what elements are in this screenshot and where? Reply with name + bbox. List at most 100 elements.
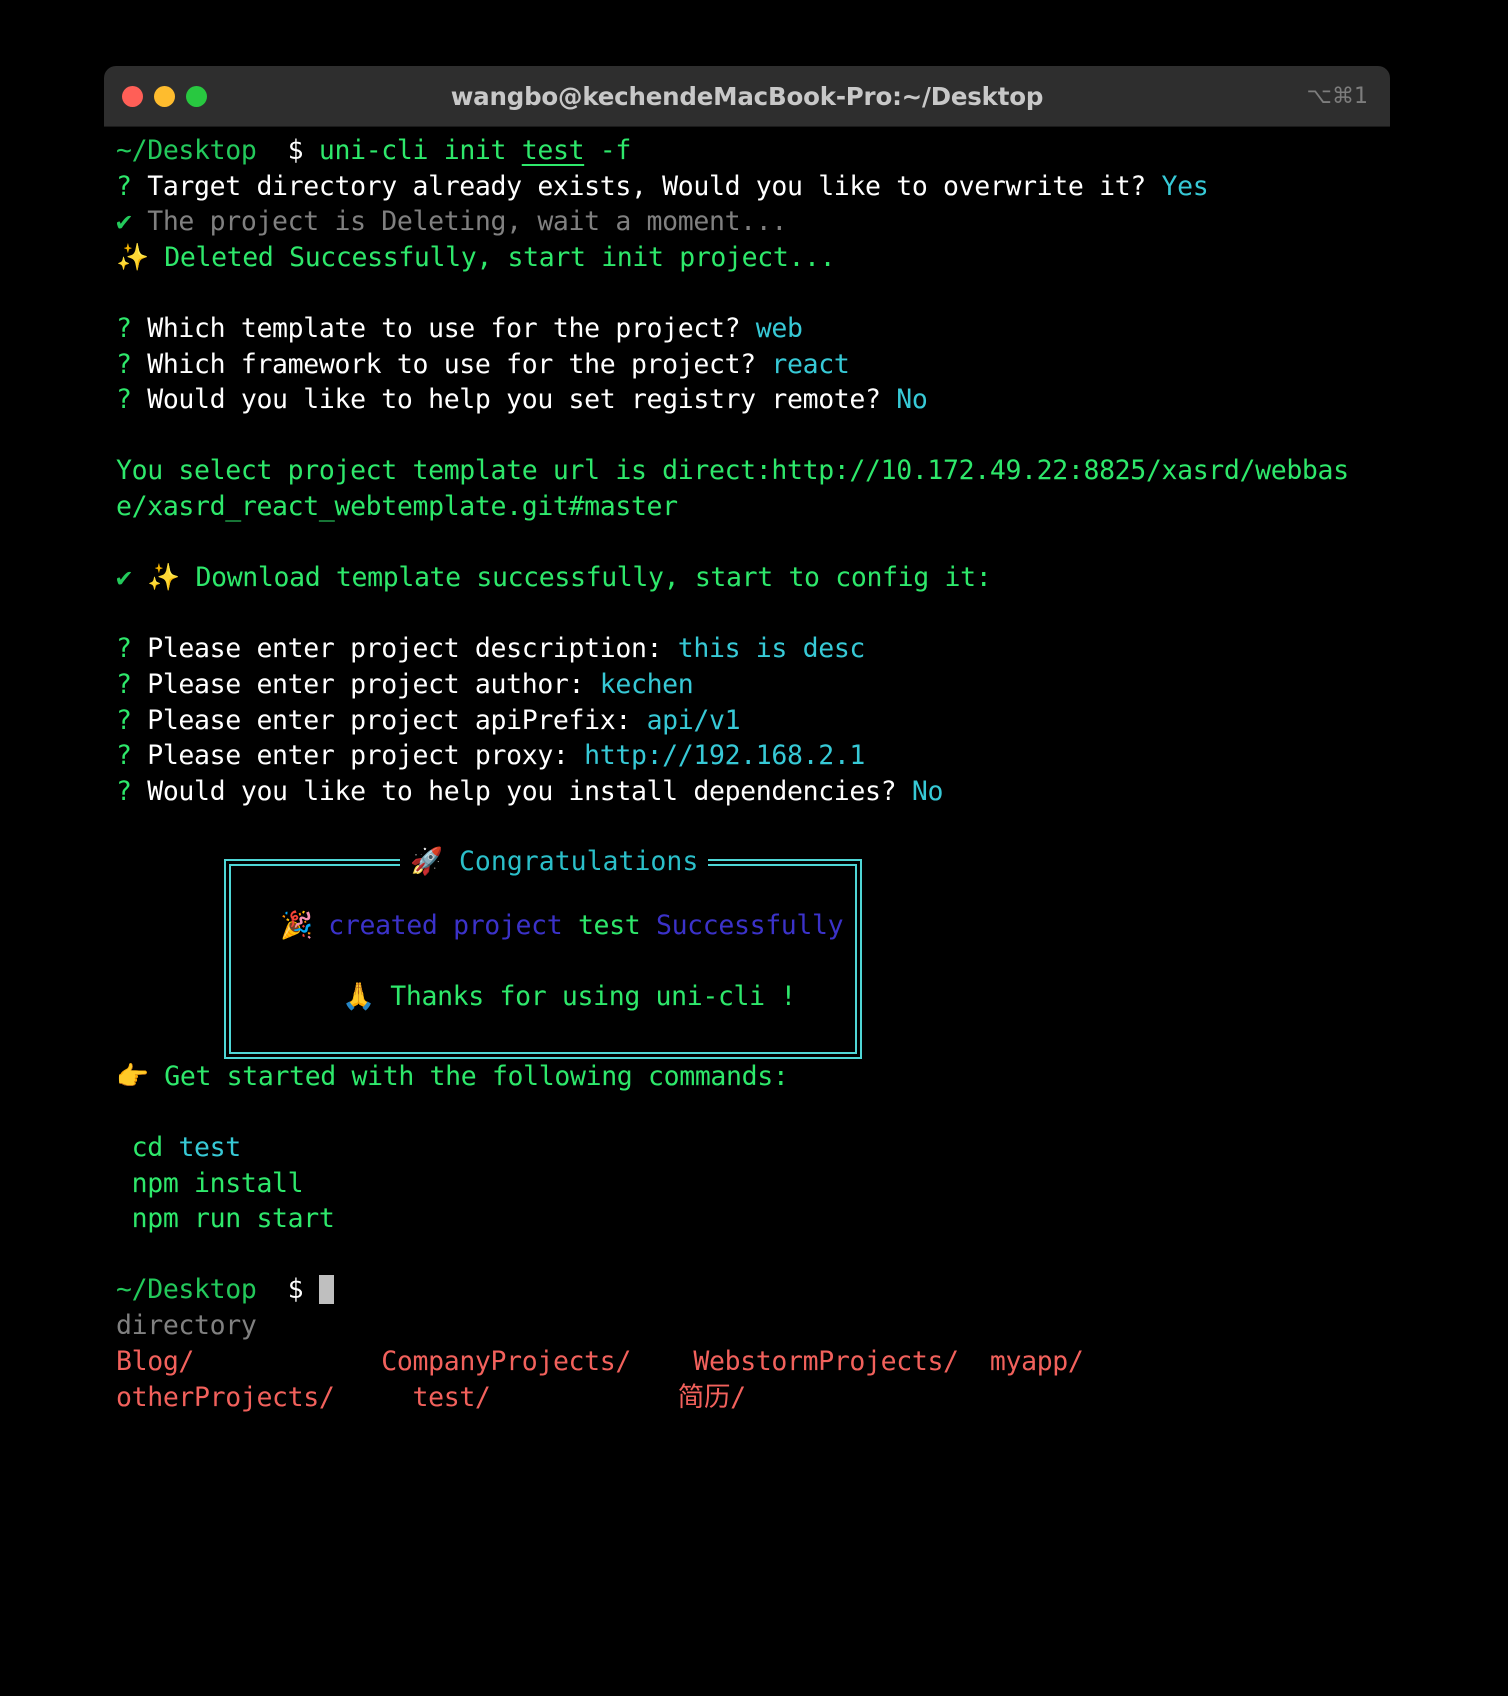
dir-item[interactable]: Blog/	[116, 1346, 194, 1377]
status-text: The project is Deleting, wait a moment..…	[147, 206, 787, 238]
template-url-line-2: e/xasrd_react_webtemplate.git#master	[116, 490, 678, 522]
command-line-1: ~/Desktop $ uni-cli init test -f	[104, 133, 1390, 169]
command-npm-install: npm install	[104, 1166, 1390, 1202]
window-title: wangbo@kechendeMacBook-Pro:~/Desktop	[450, 81, 1044, 111]
screen: wangbo@kechendeMacBook-Pro:~/Desktop ⌥⌘1…	[0, 0, 1508, 1696]
answer-text: react	[771, 348, 850, 380]
box-title: 🚀 Congratulations	[400, 844, 709, 878]
question-text: Which framework to use for the project?	[147, 348, 756, 380]
rocket-icon: 🚀	[410, 845, 443, 877]
check-icon: ✔	[116, 206, 132, 238]
question-text: Please enter project apiPrefix:	[147, 704, 631, 736]
thanks-text: Thanks for using uni-cli !	[390, 980, 796, 1012]
prompt-path: ~/Desktop	[116, 1274, 257, 1306]
question-description: ? Please enter project description: this…	[104, 631, 1390, 667]
command-argument: test	[178, 1132, 241, 1164]
question-overwrite: ? Target directory already exists, Would…	[104, 169, 1390, 205]
question-text: Please enter project author:	[147, 668, 585, 700]
question-mark-icon: ?	[116, 704, 132, 736]
question-mark-icon: ?	[116, 775, 132, 807]
prompt-symbol: $	[287, 1274, 304, 1306]
question-text: Please enter project description:	[147, 633, 663, 665]
question-mark-icon: ?	[116, 312, 132, 344]
question-text: Please enter project proxy:	[147, 740, 569, 772]
status-deleted: ✨ Deleted Successfully, start init proje…	[104, 240, 1390, 276]
get-started-text: Get started with the following commands:	[164, 1060, 789, 1092]
answer-text: Yes	[1161, 170, 1209, 202]
status-deleting: ✔ The project is Deleting, wait a moment…	[104, 204, 1390, 240]
answer-text: web	[755, 312, 803, 344]
box-border-inner	[229, 863, 857, 1054]
question-apiprefix: ? Please enter project apiPrefix: api/v1	[104, 703, 1390, 739]
terminal-window: wangbo@kechendeMacBook-Pro:~/Desktop ⌥⌘1…	[104, 66, 1390, 1430]
question-text: Would you like to help you install depen…	[147, 775, 897, 807]
answer-text: api/v1	[646, 704, 741, 736]
check-icon: ✔	[116, 562, 132, 594]
created-text: created project	[328, 909, 578, 941]
question-text: Target directory already exists, Would y…	[147, 170, 1146, 202]
question-mark-icon: ?	[116, 740, 132, 772]
command-text: uni-cli init	[318, 135, 522, 166]
question-mark-icon: ?	[116, 633, 132, 665]
command-name: cd	[131, 1132, 164, 1164]
question-text: Which template to use for the project?	[147, 312, 741, 344]
prompt-path: ~/Desktop	[116, 135, 257, 166]
command-npm-run-start: npm run start	[104, 1201, 1390, 1237]
question-registry: ? Would you like to help you set registr…	[104, 382, 1390, 418]
answer-text: No	[911, 775, 944, 807]
command-cd: cd test	[104, 1130, 1390, 1166]
command-arg: test	[521, 135, 585, 166]
dir-item[interactable]: CompanyProjects/	[381, 1346, 631, 1377]
box-thanks-line: 🙏 Thanks for using uni-cli !	[342, 981, 796, 1012]
answer-text: kechen	[599, 668, 694, 700]
party-popper-icon: 🎉	[280, 909, 313, 941]
text-cursor[interactable]	[318, 1275, 334, 1305]
dir-item[interactable]: test/	[413, 1382, 491, 1413]
command-name: npm run start	[131, 1203, 335, 1235]
question-dependencies: ? Would you like to help you install dep…	[104, 774, 1390, 810]
question-mark-icon: ?	[116, 668, 132, 700]
answer-text: http://192.168.2.1	[584, 740, 866, 772]
status-text: Download template successfully, start to…	[195, 562, 992, 594]
prompt-symbol: $	[287, 135, 304, 166]
dir-item[interactable]: 简历/	[678, 1382, 746, 1413]
question-framework: ? Which framework to use for the project…	[104, 347, 1390, 383]
pointing-right-icon: 👉	[116, 1060, 149, 1092]
box-title-text: Congratulations	[458, 845, 699, 877]
question-mark-icon: ?	[116, 348, 132, 380]
question-mark-icon: ?	[116, 384, 132, 416]
maximize-button[interactable]	[186, 85, 207, 107]
command-line-2[interactable]: ~/Desktop $	[104, 1272, 1390, 1308]
command-flag: -f	[584, 135, 632, 166]
template-url-line-1: You select project template url is direc…	[116, 455, 1349, 487]
minimize-button[interactable]	[154, 85, 175, 107]
dir-item[interactable]: WebstormProjects/	[693, 1346, 959, 1377]
congratulations-box: 🚀 Congratulations 🎉 created project test…	[224, 844, 862, 1059]
question-mark-icon: ?	[116, 170, 132, 202]
completion-hint: directory	[116, 1310, 257, 1342]
status-download: ✔ ✨ Download template successfully, star…	[104, 560, 1390, 596]
directory-listing-row-1: Blog/ CompanyProjects/ WebstormProjects/…	[104, 1344, 1390, 1380]
answer-text: this is desc	[677, 633, 866, 665]
command-name: npm install	[131, 1167, 304, 1199]
terminal-output[interactable]: ~/Desktop $ uni-cli init test -f ? Targe…	[104, 127, 1390, 1430]
question-template: ? Which template to use for the project?…	[104, 311, 1390, 347]
close-button[interactable]	[122, 85, 143, 107]
dir-item[interactable]: otherProjects/	[116, 1382, 335, 1413]
answer-text: No	[896, 384, 928, 416]
dir-item[interactable]: myapp/	[990, 1346, 1084, 1377]
sparkles-icon: ✨	[116, 241, 149, 273]
window-controls	[122, 85, 207, 107]
box-created-line: 🎉 created project test Successfully	[280, 909, 844, 941]
directory-listing-row-2: otherProjects/ test/ 简历/	[104, 1380, 1390, 1416]
window-titlebar[interactable]: wangbo@kechendeMacBook-Pro:~/Desktop ⌥⌘1	[104, 66, 1390, 127]
question-proxy: ? Please enter project proxy: http://192…	[104, 738, 1390, 774]
get-started-line: 👉 Get started with the following command…	[104, 1059, 1390, 1095]
